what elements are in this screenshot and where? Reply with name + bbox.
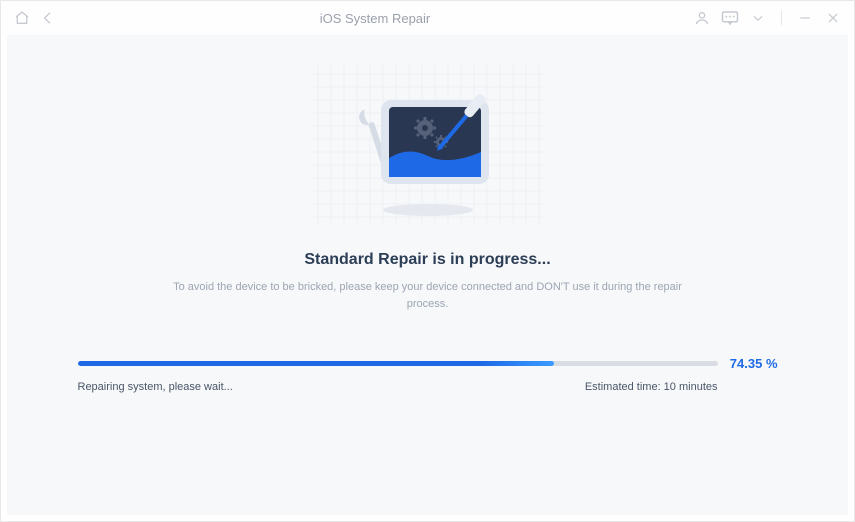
progress-subtext: To avoid the device to be bricked, pleas… — [168, 279, 688, 312]
chevron-down-icon[interactable] — [749, 9, 767, 27]
repair-illustration — [313, 65, 543, 225]
user-icon[interactable] — [693, 9, 711, 27]
titlebar-left — [13, 9, 57, 27]
home-icon[interactable] — [13, 9, 31, 27]
feedback-icon[interactable] — [721, 9, 739, 27]
minimize-icon[interactable] — [796, 9, 814, 27]
progress-bar — [78, 361, 718, 366]
progress-fill — [78, 361, 554, 366]
device-repair-icon — [333, 70, 523, 220]
titlebar-right — [693, 9, 842, 27]
progress-row: 74.35 % — [78, 356, 778, 371]
progress-heading: Standard Repair is in progress... — [304, 251, 550, 269]
titlebar-divider — [781, 11, 782, 25]
progress-percent: 74.35 % — [730, 356, 778, 371]
close-icon[interactable] — [824, 9, 842, 27]
progress-eta: Estimated time: 10 minutes — [585, 381, 718, 393]
progress-info: Repairing system, please wait... Estimat… — [78, 381, 778, 393]
app-window: iOS System Repair — [0, 0, 855, 522]
window-title: iOS System Repair — [57, 11, 693, 26]
back-icon[interactable] — [39, 9, 57, 27]
progress-status: Repairing system, please wait... — [78, 381, 233, 393]
content-area: Standard Repair is in progress... To avo… — [7, 35, 848, 515]
titlebar: iOS System Repair — [1, 1, 854, 35]
progress-section: 74.35 % Repairing system, please wait...… — [78, 356, 778, 393]
